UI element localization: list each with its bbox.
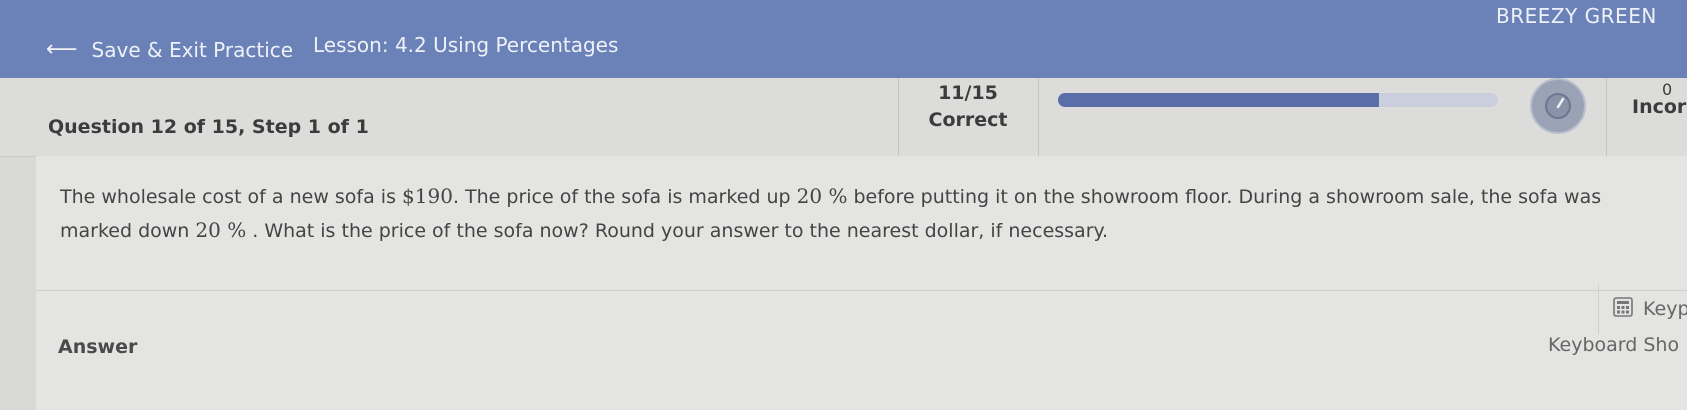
score-display: 11/15 Correct: [900, 80, 1036, 134]
section-divider: [36, 290, 1687, 291]
keypad-label: Keyp: [1643, 298, 1687, 320]
answer-label: Answer: [58, 336, 138, 358]
incorrect-label: Incor: [1632, 96, 1687, 118]
problem-text: The wholesale cost of a new sofa is $190…: [60, 180, 1660, 248]
progress-fill: [1058, 93, 1380, 107]
problem-text-part: . The price of the sofa is marked up: [452, 186, 797, 208]
back-arrow-icon: ⟵: [46, 37, 78, 62]
save-exit-button[interactable]: ⟵ Save & Exit Practice: [46, 36, 293, 64]
question-panel: The wholesale cost of a new sofa is $190…: [36, 156, 1687, 410]
divider: [1606, 78, 1607, 156]
status-bar: Question 12 of 15, Step 1 of 1 11/15 Cor…: [0, 78, 1687, 157]
price-value: $190: [402, 184, 453, 208]
problem-text-part: marked down: [60, 220, 196, 242]
save-exit-label: Save & Exit Practice: [91, 38, 294, 62]
problem-text-part: before putting it on the showroom floor.…: [847, 186, 1602, 208]
markdown-value: 20 %: [195, 218, 247, 242]
keypad-button[interactable]: Keyp: [1598, 284, 1687, 334]
problem-text-part: The wholesale cost of a new sofa is: [60, 186, 403, 208]
divider: [1038, 78, 1039, 156]
divider: [898, 78, 899, 156]
score-value: 11/15: [938, 82, 998, 104]
keyboard-shortcuts-link[interactable]: Keyboard Sho: [1548, 334, 1679, 356]
progress-bar: [1058, 93, 1498, 107]
score-label: Correct: [928, 109, 1008, 131]
lesson-title: Lesson: 4.2 Using Percentages: [313, 33, 619, 57]
question-step-label: Question 12 of 15, Step 1 of 1: [48, 116, 369, 138]
markup-value: 20 %: [796, 184, 848, 208]
problem-text-part: . What is the price of the sofa now? Rou…: [246, 220, 1109, 242]
user-name[interactable]: BREEZY GREEN: [1496, 4, 1657, 28]
calculator-icon: [1613, 296, 1633, 322]
speedometer-icon[interactable]: [1530, 78, 1586, 134]
